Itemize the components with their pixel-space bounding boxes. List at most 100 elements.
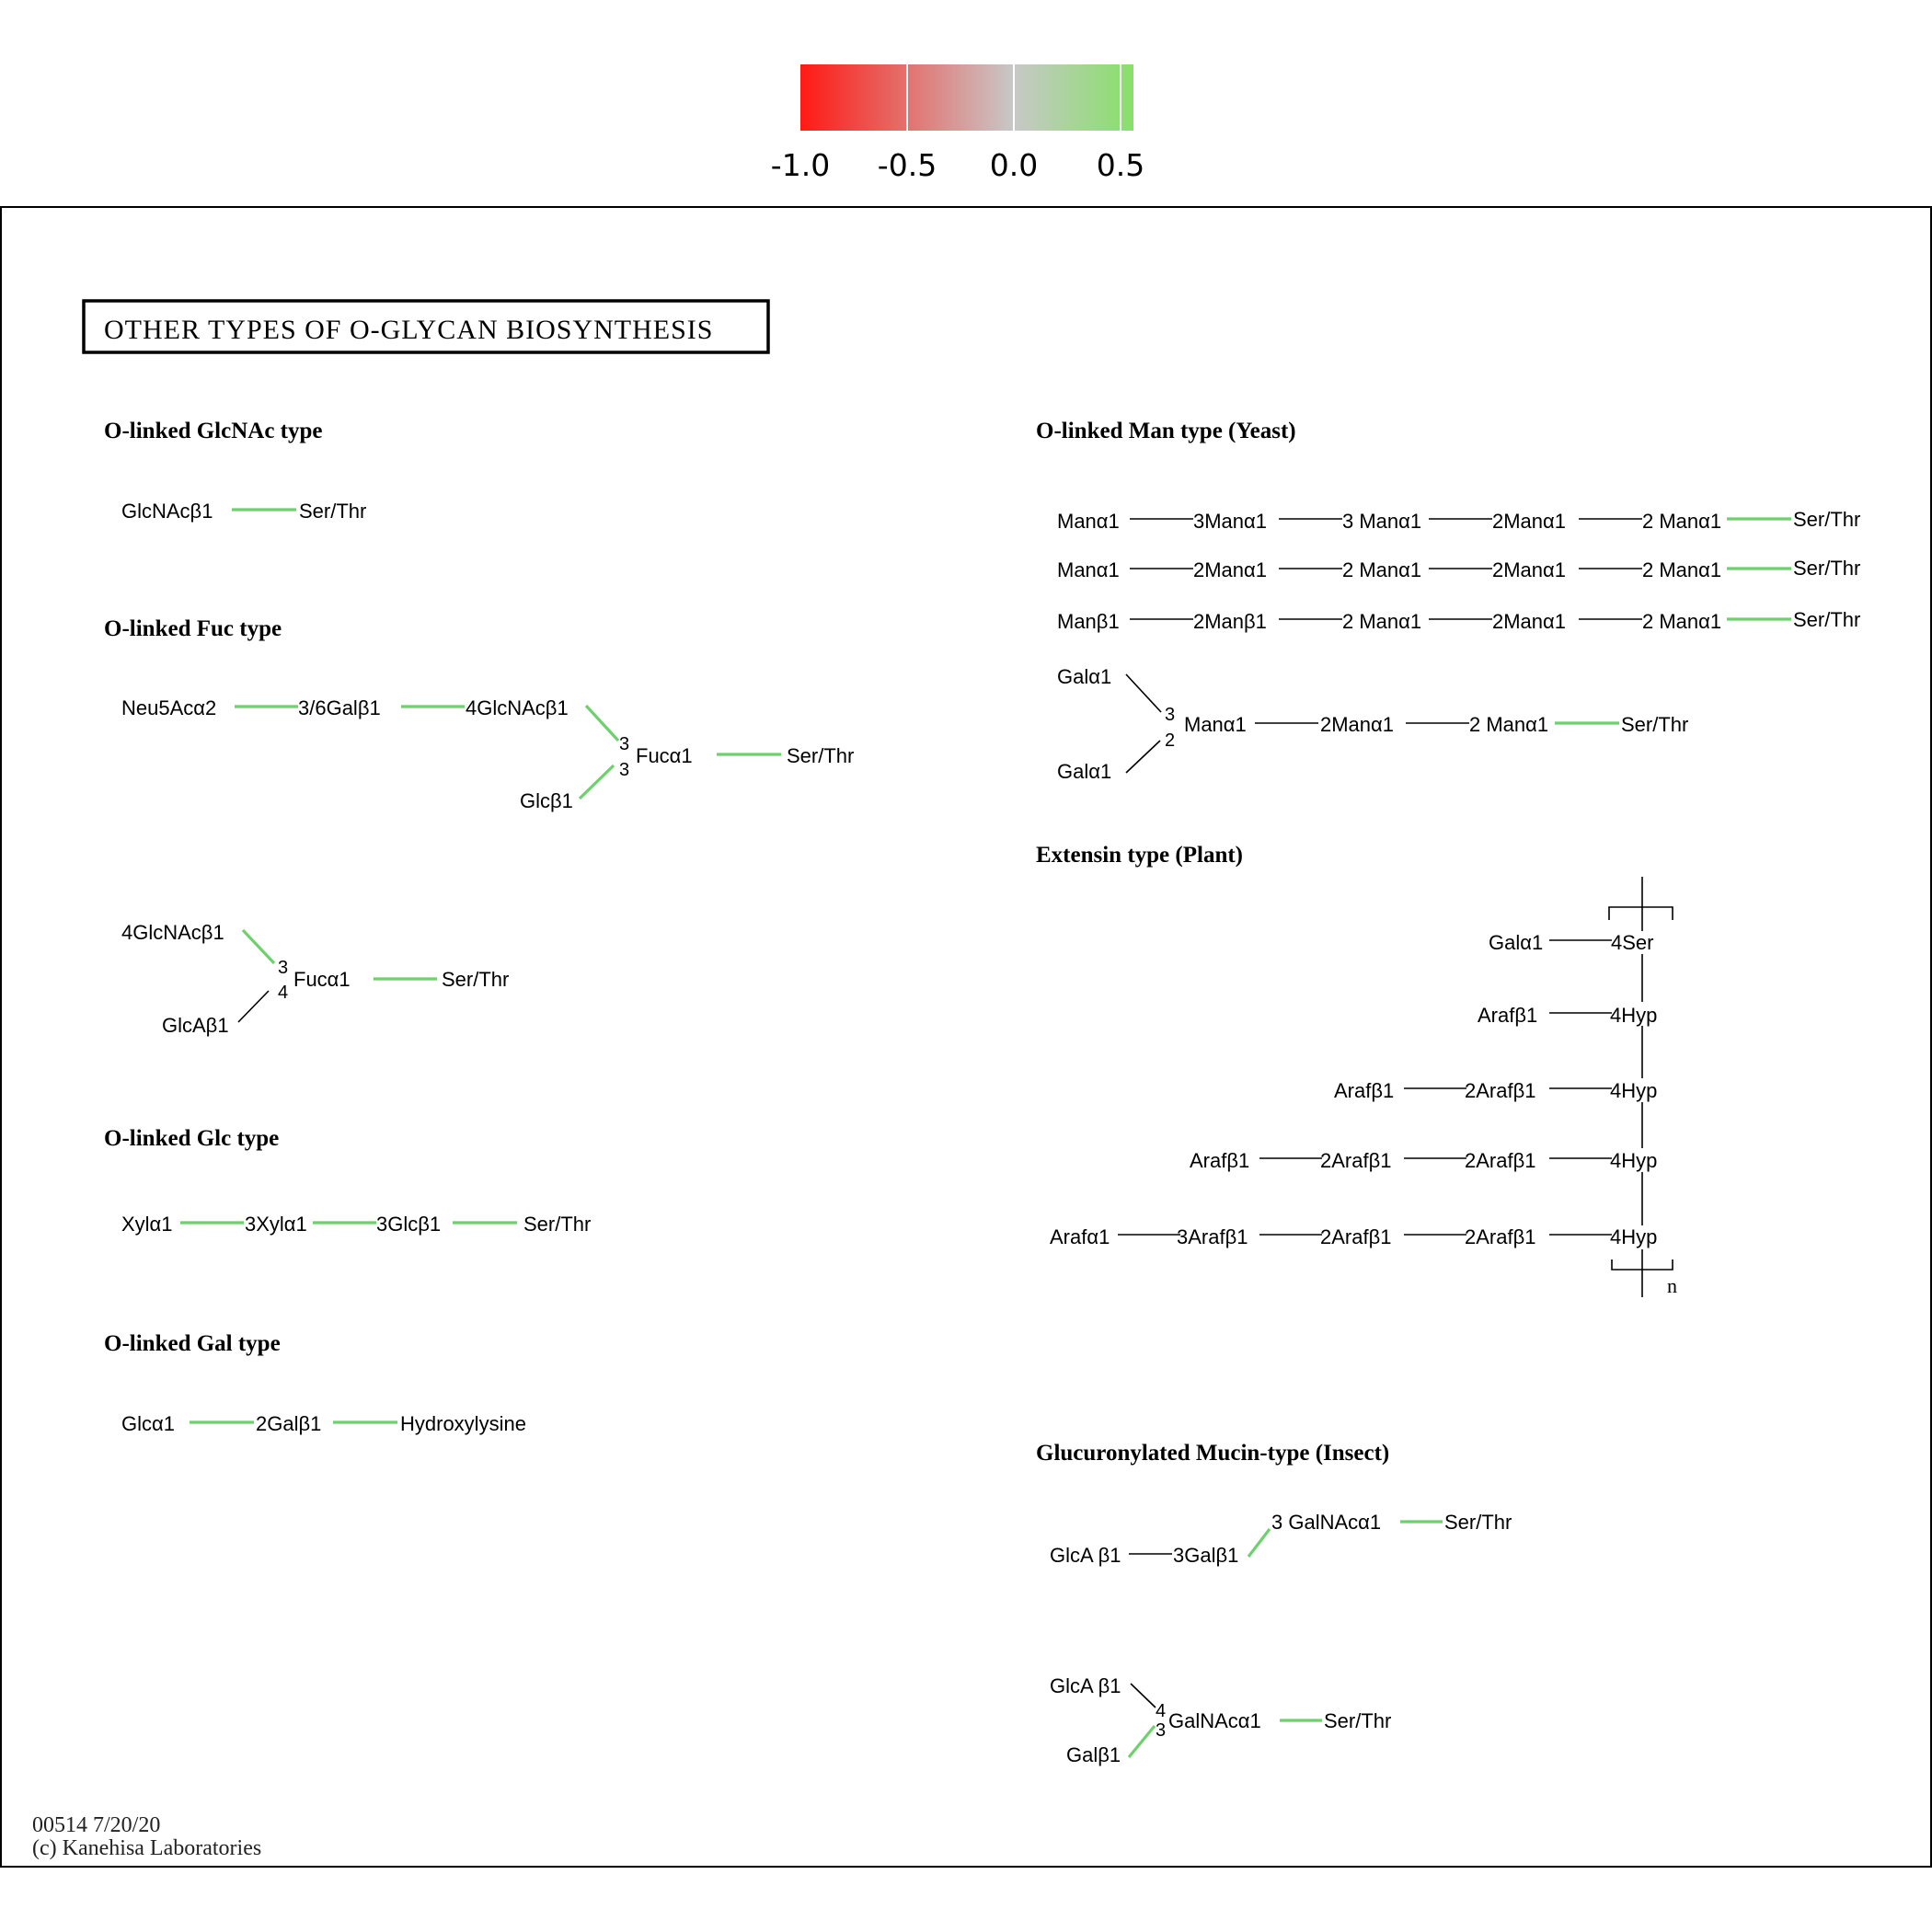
glycan-node[interactable]: Glcβ1 bbox=[520, 789, 573, 812]
glycan-node[interactable]: GlcNAcβ1 bbox=[121, 500, 213, 523]
glycan-node[interactable]: Ser/Thr bbox=[1793, 508, 1860, 531]
repeat-bracket bbox=[1608, 906, 1673, 920]
mucin-chain-1: GlcA β1 3Galβ1 3 GalNAcα1 Ser/Thr bbox=[1050, 1511, 1512, 1567]
glycan-node[interactable]: 3/6Galβ1 bbox=[298, 696, 381, 719]
mucin-branch-2: GlcA β1 4 3 GalNAcα1 Ser/Thr Galβ1 bbox=[1050, 1674, 1391, 1766]
glycan-node[interactable]: Manα1 bbox=[1057, 558, 1120, 581]
glycan-node[interactable]: Ser/Thr bbox=[1324, 1709, 1391, 1732]
glycan-node[interactable]: 4GlcNAcβ1 bbox=[121, 921, 224, 944]
glycan-node[interactable]: 4Hyp bbox=[1610, 1149, 1657, 1172]
glycan-node[interactable]: 3Xylα1 bbox=[245, 1213, 307, 1236]
linkage-position: 2 bbox=[1165, 730, 1175, 751]
enzyme-link[interactable] bbox=[241, 928, 276, 965]
glycan-node[interactable]: Galα1 bbox=[1489, 931, 1543, 954]
glycan-node[interactable]: Ser/Thr bbox=[299, 500, 366, 523]
glycan-node[interactable]: 2Manα1 bbox=[1492, 610, 1566, 633]
legend-tick-label: -0.5 bbox=[878, 147, 937, 183]
glycan-node[interactable]: 2Arafβ1 bbox=[1320, 1149, 1391, 1172]
glycan-node[interactable]: Ser/Thr bbox=[787, 744, 854, 767]
map-title: OTHER TYPES OF O-GLYCAN BIOSYNTHESIS bbox=[104, 315, 713, 345]
reaction-link bbox=[1130, 1683, 1156, 1708]
glycan-node[interactable]: Ser/Thr bbox=[1444, 1511, 1512, 1534]
glycan-node[interactable]: 2Manα1 bbox=[1320, 713, 1394, 736]
glycan-node[interactable]: Ser/Thr bbox=[1793, 608, 1860, 631]
glycan-node[interactable]: GlcAβ1 bbox=[162, 1014, 229, 1037]
glycan-node[interactable]: Ser/Thr bbox=[523, 1213, 591, 1236]
glycan-node[interactable]: 3Galβ1 bbox=[1173, 1544, 1238, 1567]
legend-tick-label: 0.5 bbox=[1097, 147, 1144, 183]
glycan-node[interactable]: Manα1 bbox=[1184, 713, 1247, 736]
glycan-node[interactable]: 3 Manα1 bbox=[1342, 510, 1421, 533]
linkage-position: 4 bbox=[278, 983, 288, 1003]
glycan-node[interactable]: Ser/Thr bbox=[1793, 557, 1860, 580]
glycan-node[interactable]: 2Galβ1 bbox=[256, 1412, 321, 1435]
glycan-node[interactable]: 2Manβ1 bbox=[1193, 610, 1267, 633]
glycan-node[interactable]: 2Arafβ1 bbox=[1465, 1225, 1535, 1248]
glycan-node[interactable]: Manβ1 bbox=[1057, 610, 1120, 633]
glycan-node[interactable]: GalNAcα1 bbox=[1168, 1709, 1261, 1732]
glycan-node[interactable]: 2 Manα1 bbox=[1642, 610, 1721, 633]
glycan-node[interactable]: Hydroxylysine bbox=[400, 1412, 526, 1435]
glycan-node[interactable]: Arafβ1 bbox=[1478, 1004, 1537, 1027]
glycan-node[interactable]: 2Arafβ1 bbox=[1465, 1149, 1535, 1172]
section-title-glc: O-linked Glc type bbox=[104, 1126, 279, 1151]
glycan-node[interactable]: 4Hyp bbox=[1610, 1079, 1657, 1102]
glycan-node[interactable]: Ser/Thr bbox=[1621, 713, 1688, 736]
glycan-node[interactable]: Galβ1 bbox=[1066, 1743, 1121, 1766]
glycan-node[interactable]: 2 Manα1 bbox=[1342, 610, 1421, 633]
glycan-node[interactable]: Galα1 bbox=[1057, 665, 1111, 688]
glycan-node[interactable]: Ser/Thr bbox=[442, 968, 509, 991]
glycan-node[interactable]: Arafα1 bbox=[1050, 1225, 1110, 1248]
glycan-node[interactable]: 2 Manα1 bbox=[1469, 713, 1548, 736]
map-id-date: 00514 7/20/20 bbox=[32, 1813, 160, 1837]
glycan-node[interactable]: 2 Manα1 bbox=[1342, 558, 1421, 581]
section-title-extensin: Extensin type (Plant) bbox=[1036, 843, 1243, 868]
glycan-node[interactable]: GlcA β1 bbox=[1050, 1674, 1121, 1697]
legend-tick-label: -1.0 bbox=[771, 147, 830, 183]
linkage-position: 3 bbox=[619, 734, 629, 754]
section-title-man: O-linked Man type (Yeast) bbox=[1036, 419, 1296, 443]
glycan-node[interactable]: 2 Manα1 bbox=[1642, 510, 1721, 533]
glycan-node[interactable]: Fucα1 bbox=[293, 968, 351, 991]
glycan-node[interactable]: Fucα1 bbox=[636, 744, 693, 767]
glycan-node[interactable]: Xylα1 bbox=[121, 1213, 173, 1236]
man-row-1: Manα1 3Manα1 3 Manα1 2Manα1 2 Manα1 Ser/… bbox=[1057, 508, 1860, 533]
glycan-node[interactable]: 3Glcβ1 bbox=[376, 1213, 441, 1236]
glycan-node[interactable]: 3 GalNAcα1 bbox=[1271, 1511, 1381, 1534]
glycan-node[interactable]: Arafβ1 bbox=[1190, 1149, 1249, 1172]
legend-gradient-bar bbox=[800, 64, 1133, 131]
linkage-position: 3 bbox=[1165, 705, 1175, 725]
reaction-link bbox=[1125, 740, 1161, 774]
glycan-node[interactable]: 2Manα1 bbox=[1492, 510, 1566, 533]
glycan-node[interactable]: 2Arafβ1 bbox=[1465, 1079, 1535, 1102]
section-title-gal: O-linked Gal type bbox=[104, 1331, 281, 1356]
enzyme-link[interactable] bbox=[1247, 1528, 1271, 1558]
legend-tick-label: 0.0 bbox=[990, 147, 1038, 183]
glycan-node[interactable]: Manα1 bbox=[1057, 510, 1120, 533]
glycan-node[interactable]: 3Arafβ1 bbox=[1177, 1225, 1248, 1248]
linkage-position: 3 bbox=[1156, 1720, 1166, 1741]
glycan-node[interactable]: 3Manα1 bbox=[1193, 510, 1267, 533]
glycan-node[interactable]: 2Manα1 bbox=[1492, 558, 1566, 581]
glycan-node[interactable]: Neu5Acα2 bbox=[121, 696, 216, 719]
linkage-position: 4 bbox=[1156, 1701, 1166, 1721]
glycan-node[interactable]: 4Ser bbox=[1611, 931, 1653, 954]
glycan-node[interactable]: 2 Manα1 bbox=[1642, 558, 1721, 581]
glycan-node[interactable]: 4GlcNAcβ1 bbox=[466, 696, 569, 719]
enzyme-link[interactable] bbox=[578, 764, 615, 800]
man-branch: Galα1 3 2 Galα1 Manα1 2Manα1 2 Manα1 Ser… bbox=[1057, 665, 1688, 783]
reaction-link bbox=[1125, 673, 1162, 713]
glycan-node[interactable]: 4Hyp bbox=[1610, 1225, 1657, 1248]
glycan-node[interactable]: 4Hyp bbox=[1610, 1004, 1657, 1027]
extensin-structure: n Galα1 4Ser Arafβ1 4Hyp Arafβ1 2Arafβ1 … bbox=[1050, 877, 1677, 1297]
glycan-node[interactable]: GlcA β1 bbox=[1050, 1544, 1121, 1567]
enzyme-link[interactable] bbox=[584, 704, 620, 742]
glycan-node[interactable]: Arafβ1 bbox=[1334, 1079, 1394, 1102]
glycan-node[interactable]: 2Arafβ1 bbox=[1320, 1225, 1391, 1248]
color-legend: -1.0 -0.5 0.0 0.5 bbox=[771, 64, 1144, 183]
glycan-node[interactable]: Glcα1 bbox=[121, 1412, 175, 1435]
glycan-node[interactable]: 2Manα1 bbox=[1193, 558, 1267, 581]
enzyme-link[interactable] bbox=[1127, 1724, 1156, 1759]
reaction-link bbox=[237, 990, 270, 1023]
glycan-node[interactable]: Galα1 bbox=[1057, 760, 1111, 783]
